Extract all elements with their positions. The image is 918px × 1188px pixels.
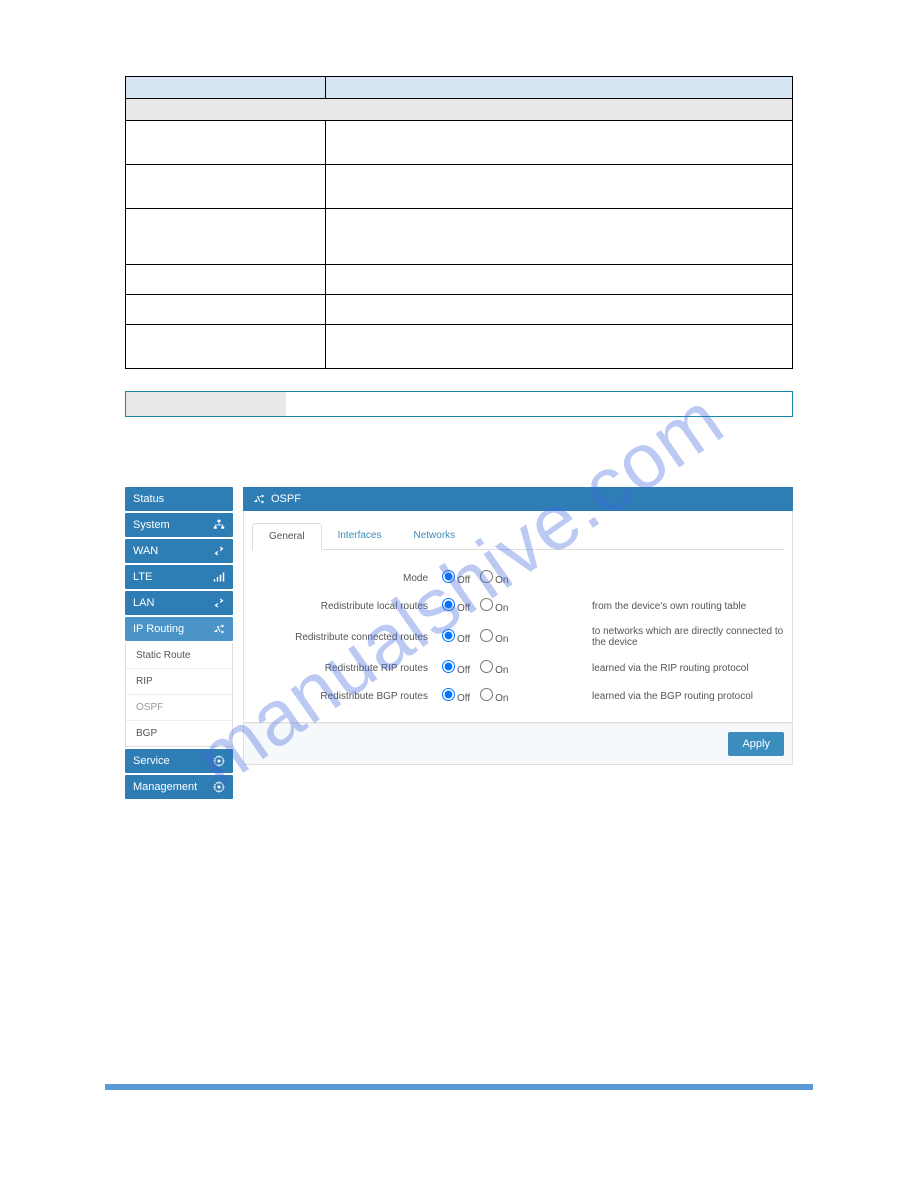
tab-interfaces[interactable]: Interfaces	[322, 523, 398, 549]
sidebar-item-label: LTE	[133, 571, 152, 583]
sidebar-item-lan[interactable]: LAN	[125, 591, 233, 615]
radio-connected-on[interactable]: On	[480, 629, 508, 645]
sidebar-sub-rip[interactable]: RIP	[126, 669, 232, 695]
signal-icon	[213, 571, 225, 583]
label-local: Redistribute local routes	[252, 601, 442, 612]
row-rip: Redistribute RIP routes Off On learned v…	[252, 654, 784, 682]
gear-icon	[213, 755, 225, 767]
sidebar-item-label: System	[133, 519, 170, 531]
row-mode: Mode Off On	[252, 564, 784, 592]
radio-connected-off[interactable]: Off	[442, 629, 470, 645]
sidebar-submenu: Static Route RIP OSPF BGP	[125, 643, 233, 747]
ospf-panel: OSPF General Interfaces Networks Mode Of…	[243, 487, 793, 799]
table-subheader	[126, 99, 793, 121]
label-connected: Redistribute connected routes	[252, 632, 442, 643]
sidebar-sub-ospf[interactable]: OSPF	[126, 695, 232, 721]
sitemap-icon	[213, 519, 225, 531]
gear-icon	[213, 781, 225, 793]
sidebar-item-label: WAN	[133, 545, 158, 557]
table-cell	[126, 121, 326, 165]
exchange-icon	[213, 597, 225, 609]
table-cell	[126, 265, 326, 295]
sidebar-item-label: Management	[133, 781, 197, 793]
sidebar-item-status[interactable]: Status	[125, 487, 233, 511]
sidebar-item-label: IP Routing	[133, 623, 184, 635]
sidebar-item-label: Service	[133, 755, 170, 767]
table-cell	[126, 209, 326, 265]
radio-bgp-on[interactable]: On	[480, 688, 508, 704]
table-header-desc	[326, 77, 793, 99]
radio-bgp-off[interactable]: Off	[442, 688, 470, 704]
sidebar: Status System WAN LTE LAN IP Routing	[125, 487, 233, 799]
label-rip: Redistribute RIP routes	[252, 663, 442, 674]
callout-shade	[126, 392, 286, 416]
desc-local: from the device's own routing table	[532, 601, 784, 612]
label-mode: Mode	[252, 573, 442, 584]
radio-rip-on[interactable]: On	[480, 660, 508, 676]
table-cell	[326, 295, 793, 325]
sidebar-item-lte[interactable]: LTE	[125, 565, 233, 589]
row-bgp: Redistribute BGP routes Off On learned v…	[252, 682, 784, 710]
table-cell	[126, 295, 326, 325]
apply-button[interactable]: Apply	[728, 732, 784, 756]
desc-bgp: learned via the BGP routing protocol	[532, 691, 784, 702]
parameter-table	[125, 76, 793, 369]
radio-mode-on[interactable]: On	[480, 570, 508, 586]
ospf-screenshot: Status System WAN LTE LAN IP Routing	[125, 487, 793, 799]
sidebar-item-service[interactable]: Service	[125, 749, 233, 773]
callout-box	[125, 391, 793, 417]
table-cell	[326, 265, 793, 295]
shuffle-icon	[253, 493, 265, 505]
table-cell	[326, 325, 793, 369]
table-cell	[326, 165, 793, 209]
panel-title: OSPF	[271, 493, 301, 505]
row-local: Redistribute local routes Off On from th…	[252, 592, 784, 620]
desc-rip: learned via the RIP routing protocol	[532, 663, 784, 674]
sidebar-item-label: LAN	[133, 597, 154, 609]
sidebar-sub-bgp[interactable]: BGP	[126, 721, 232, 746]
radio-local-off[interactable]: Off	[442, 598, 470, 614]
panel-footer: Apply	[243, 723, 793, 765]
sidebar-item-label: Status	[133, 493, 164, 505]
radio-rip-off[interactable]: Off	[442, 660, 470, 676]
sidebar-item-system[interactable]: System	[125, 513, 233, 537]
tab-networks[interactable]: Networks	[398, 523, 472, 549]
table-cell	[326, 121, 793, 165]
sidebar-item-management[interactable]: Management	[125, 775, 233, 799]
table-cell	[126, 325, 326, 369]
sidebar-sub-static-route[interactable]: Static Route	[126, 643, 232, 669]
radio-mode-off[interactable]: Off	[442, 570, 470, 586]
tabs: General Interfaces Networks	[252, 523, 784, 550]
table-cell	[326, 209, 793, 265]
sidebar-item-ip-routing[interactable]: IP Routing	[125, 617, 233, 641]
table-cell	[126, 165, 326, 209]
shuffle-icon	[213, 623, 225, 635]
sidebar-item-wan[interactable]: WAN	[125, 539, 233, 563]
table-header-param	[126, 77, 326, 99]
radio-local-on[interactable]: On	[480, 598, 508, 614]
panel-header: OSPF	[243, 487, 793, 511]
tab-general[interactable]: General	[252, 523, 322, 550]
footer-rule	[105, 1084, 813, 1090]
label-bgp: Redistribute BGP routes	[252, 691, 442, 702]
exchange-icon	[213, 545, 225, 557]
row-connected: Redistribute connected routes Off On to …	[252, 620, 784, 654]
desc-connected: to networks which are directly connected…	[532, 626, 784, 648]
